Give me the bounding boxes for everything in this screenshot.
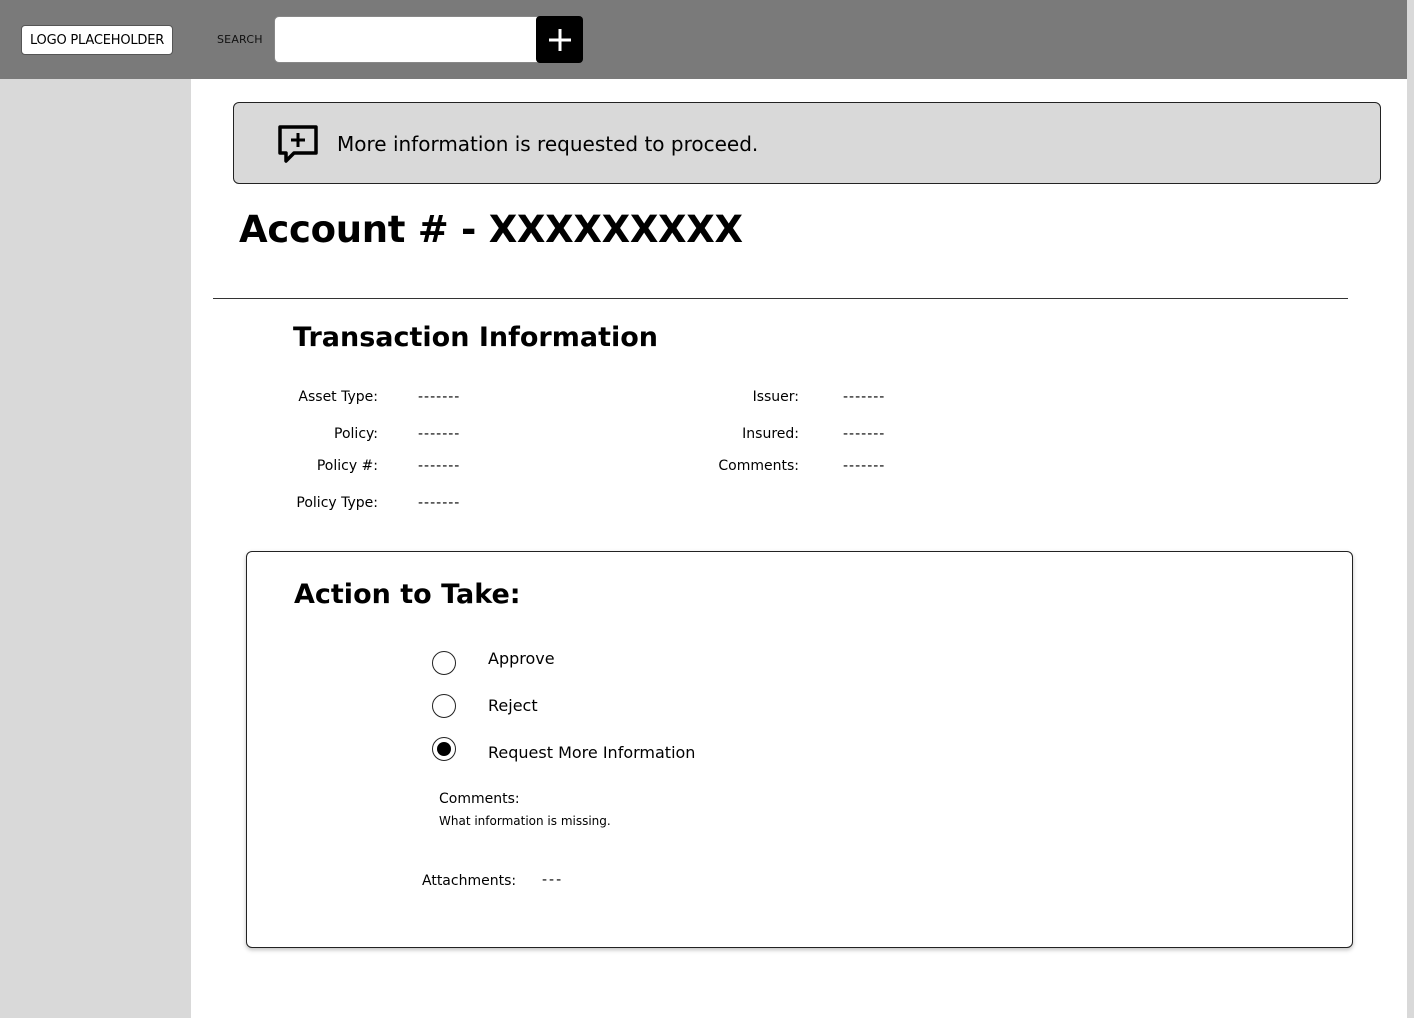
action-panel: Action to Take: Approve Reject Request M…: [246, 551, 1353, 948]
action-title: Action to Take:: [294, 579, 521, 610]
issuer-value: -------: [843, 389, 886, 405]
approve-radio[interactable]: [432, 651, 456, 675]
insured-value: -------: [843, 426, 886, 442]
policy-type-label: Policy Type:: [296, 495, 378, 511]
top-bar: LOGO PLACEHOLDER SEARCH: [0, 0, 1407, 79]
search-label: SEARCH: [217, 33, 263, 46]
info-banner: More information is requested to proceed…: [233, 102, 1381, 184]
request-more-info-radio[interactable]: [432, 737, 456, 761]
logo: LOGO PLACEHOLDER: [21, 25, 173, 55]
message-plus-icon: [278, 125, 318, 163]
add-button[interactable]: [536, 16, 583, 63]
insured-label: Insured:: [742, 426, 799, 442]
policy-label: Policy:: [334, 426, 378, 442]
sidebar: [0, 79, 191, 1018]
policy-value: -------: [418, 426, 461, 442]
policy-type-value: -------: [418, 495, 461, 511]
attachments-label: Attachments:: [422, 873, 517, 889]
page-title: Account # - XXXXXXXXX: [239, 208, 743, 251]
radio-selected-dot: [437, 742, 451, 756]
scrollbar-track[interactable]: [1407, 0, 1414, 1018]
plus-icon: [548, 28, 571, 51]
comments-field-value: -------: [843, 458, 886, 474]
divider: [213, 298, 1348, 299]
issuer-label: Issuer:: [752, 389, 799, 405]
transaction-section-title: Transaction Information: [293, 322, 659, 353]
comments-field-label: Comments:: [718, 458, 799, 474]
reject-label[interactable]: Reject: [488, 696, 538, 715]
approve-label[interactable]: Approve: [488, 649, 555, 668]
asset-type-label: Asset Type:: [298, 389, 378, 405]
reject-radio[interactable]: [432, 694, 456, 718]
request-more-info-label[interactable]: Request More Information: [488, 743, 695, 762]
attachments-value[interactable]: ---: [542, 872, 563, 888]
comments-label: Comments:: [439, 791, 520, 807]
asset-type-value: -------: [418, 389, 461, 405]
banner-text: More information is requested to proceed…: [337, 132, 759, 156]
policy-number-label: Policy #:: [316, 458, 378, 474]
comments-text[interactable]: What information is missing.: [439, 814, 611, 828]
policy-number-value: -------: [418, 458, 461, 474]
search-input[interactable]: [274, 16, 540, 63]
